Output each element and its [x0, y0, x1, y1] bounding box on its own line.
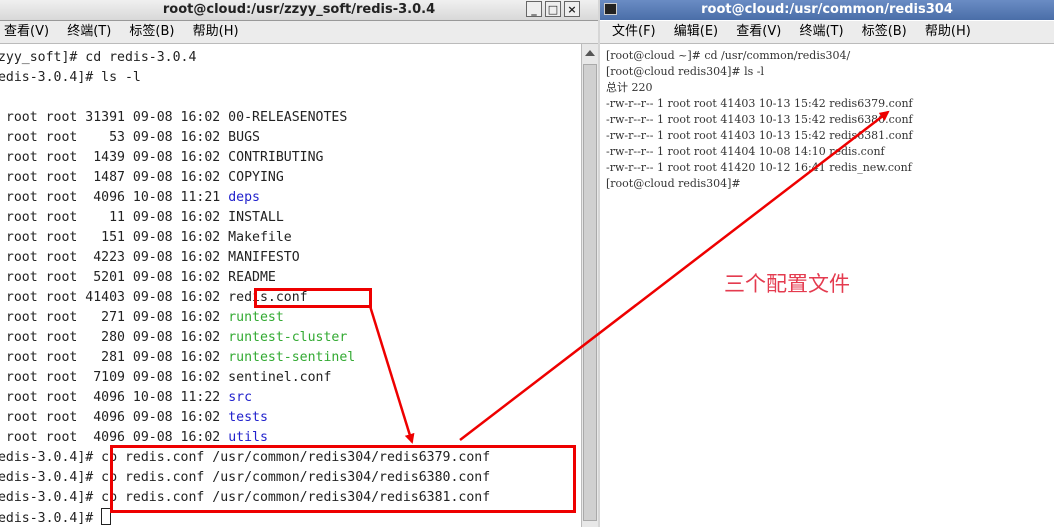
arrow-redis-conf-to-commands: [368, 305, 415, 444]
annotation-label: 三个配置文件: [724, 272, 850, 296]
annotation-arrows: [368, 110, 890, 444]
